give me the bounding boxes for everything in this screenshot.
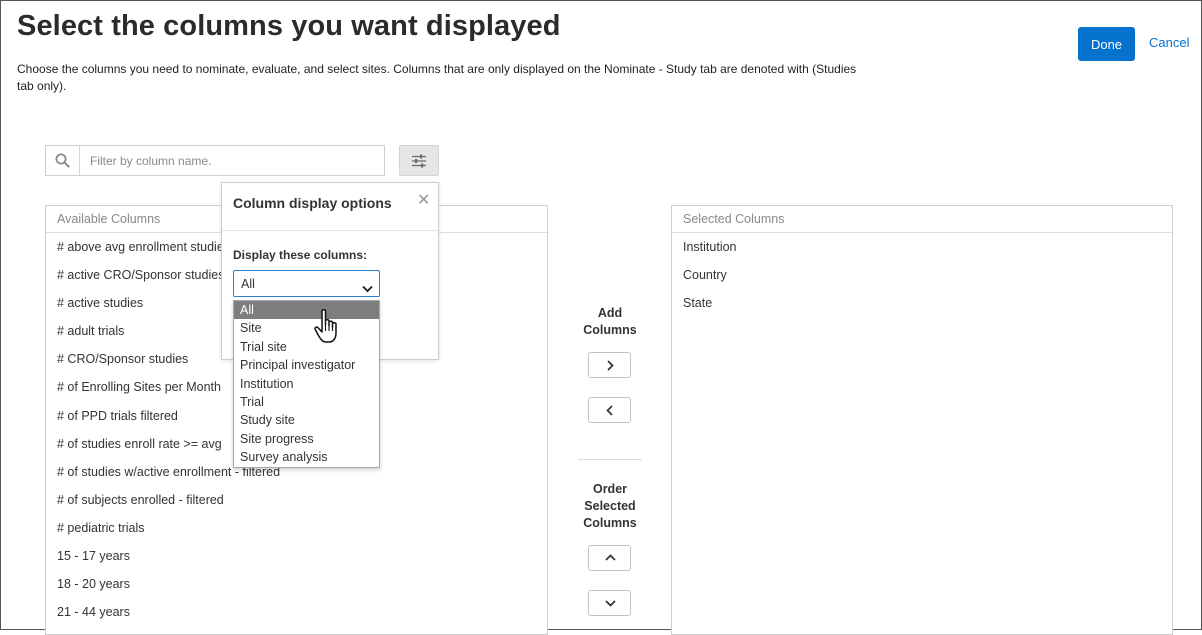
search-icon <box>46 146 80 175</box>
dropdown-option-trial-site[interactable]: Trial site <box>234 338 379 356</box>
dropdown-option-all[interactable]: All <box>234 301 379 320</box>
dropdown-option-site-progress[interactable]: Site progress <box>234 430 379 448</box>
remove-column-button[interactable] <box>588 397 631 423</box>
close-icon[interactable]: ✕ <box>417 193 430 209</box>
chevron-down-icon <box>362 280 373 298</box>
add-column-button[interactable] <box>588 352 631 378</box>
list-item[interactable]: Institution <box>672 233 1172 261</box>
order-label-line: Order <box>592 482 628 496</box>
column-display-options-button[interactable] <box>399 145 439 176</box>
page-title: Select the columns you want displayed <box>17 10 561 42</box>
list-item[interactable]: 18 - 20 years <box>46 570 547 598</box>
popup-title: Column display options <box>233 195 392 211</box>
add-columns-label: Add Columns <box>578 305 642 339</box>
list-item[interactable]: State <box>672 289 1172 317</box>
list-item[interactable]: 45 - 64 years <box>46 626 547 634</box>
add-columns-label-line: Columns <box>583 323 637 337</box>
search-input[interactable] <box>80 146 390 175</box>
list-item[interactable]: # of subjects enrolled - filtered <box>46 486 547 514</box>
list-item[interactable]: Country <box>672 261 1172 289</box>
order-label-line: Selected <box>584 499 636 513</box>
list-item[interactable]: # pediatric trials <box>46 514 547 542</box>
dropdown-option-site[interactable]: Site <box>234 319 379 337</box>
display-columns-select[interactable]: All <box>233 270 380 297</box>
selected-columns-panel: Selected Columns Institution Country Sta… <box>671 205 1173 635</box>
order-label-line: Columns <box>583 516 637 530</box>
order-selected-columns-label: Order Selected Columns <box>578 481 642 532</box>
dropdown-option-survey-analysis[interactable]: Survey analysis <box>234 448 379 466</box>
add-columns-label-line: Add <box>597 306 623 320</box>
dropdown-option-study-site[interactable]: Study site <box>234 411 379 429</box>
display-columns-label: Display these columns: <box>233 248 368 262</box>
list-item[interactable]: 21 - 44 years <box>46 598 547 626</box>
dropdown-option-institution[interactable]: Institution <box>234 375 379 393</box>
popup-divider <box>222 230 438 231</box>
page-description: Choose the columns you need to nominate,… <box>17 62 857 93</box>
done-button[interactable]: Done <box>1078 27 1135 61</box>
middle-divider <box>578 459 642 460</box>
move-down-button[interactable] <box>588 590 631 616</box>
dropdown-option-principal-investigator[interactable]: Principal investigator <box>234 356 379 374</box>
list-item[interactable]: 15 - 17 years <box>46 542 547 570</box>
select-value: All <box>241 277 255 291</box>
column-filter-search <box>45 145 390 176</box>
hand-cursor-icon <box>313 308 347 353</box>
move-up-button[interactable] <box>588 545 631 571</box>
selected-columns-header: Selected Columns <box>672 206 1172 233</box>
selected-columns-list: Institution Country State <box>672 233 1172 317</box>
display-columns-dropdown: All Site Trial site Principal investigat… <box>233 300 380 468</box>
cancel-link[interactable]: Cancel <box>1149 35 1189 50</box>
dropdown-option-trial[interactable]: Trial <box>234 393 379 411</box>
